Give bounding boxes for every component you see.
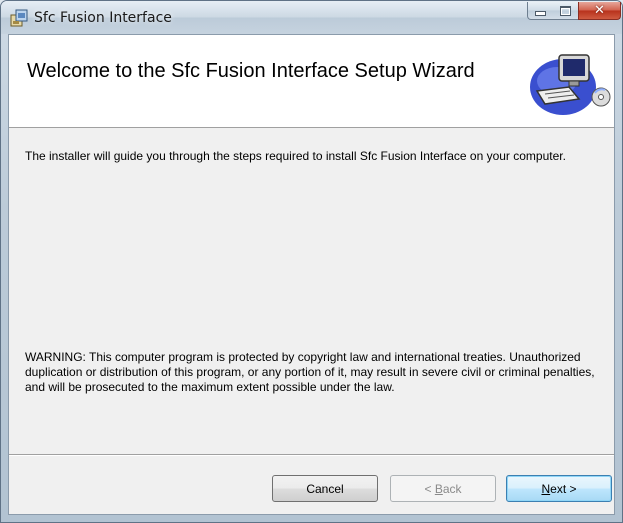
wizard-dialog: Welcome to the Sfc Fusion Interface Setu… (8, 34, 615, 515)
next-label: Next > (541, 482, 576, 496)
wizard-banner: Welcome to the Sfc Fusion Interface Setu… (9, 35, 614, 128)
next-rest: ext > (550, 481, 577, 496)
back-rest: ack (442, 481, 462, 496)
back-mnemonic: B (434, 481, 443, 496)
computer-setup-icon (530, 54, 611, 115)
window-title: Sfc Fusion Interface (34, 10, 172, 26)
close-icon: ✕ (594, 3, 605, 18)
button-separator (9, 454, 614, 456)
cancel-label: Cancel (306, 481, 344, 496)
banner-title: Welcome to the Sfc Fusion Interface Setu… (27, 60, 475, 82)
cancel-button[interactable]: Cancel (272, 475, 378, 502)
intro-text: The installer will guide you through the… (25, 149, 566, 163)
minimize-button[interactable] (527, 2, 554, 20)
installer-app-icon (10, 9, 28, 27)
title-bar[interactable]: Sfc Fusion Interface ✕ (1, 1, 622, 34)
back-label: < Back (424, 482, 461, 496)
close-button[interactable]: ✕ (578, 2, 621, 20)
installer-window: Sfc Fusion Interface ✕ Welcome to the Sf… (0, 0, 623, 523)
next-button[interactable]: Next > (506, 475, 612, 502)
back-button[interactable]: < Back (390, 475, 496, 502)
next-mnemonic: N (541, 481, 551, 496)
maximize-icon (560, 5, 571, 16)
back-prefix: < (424, 481, 435, 496)
minimize-icon (535, 11, 546, 16)
maximize-button[interactable] (553, 2, 579, 20)
copyright-warning: WARNING: This computer program is protec… (25, 350, 595, 394)
